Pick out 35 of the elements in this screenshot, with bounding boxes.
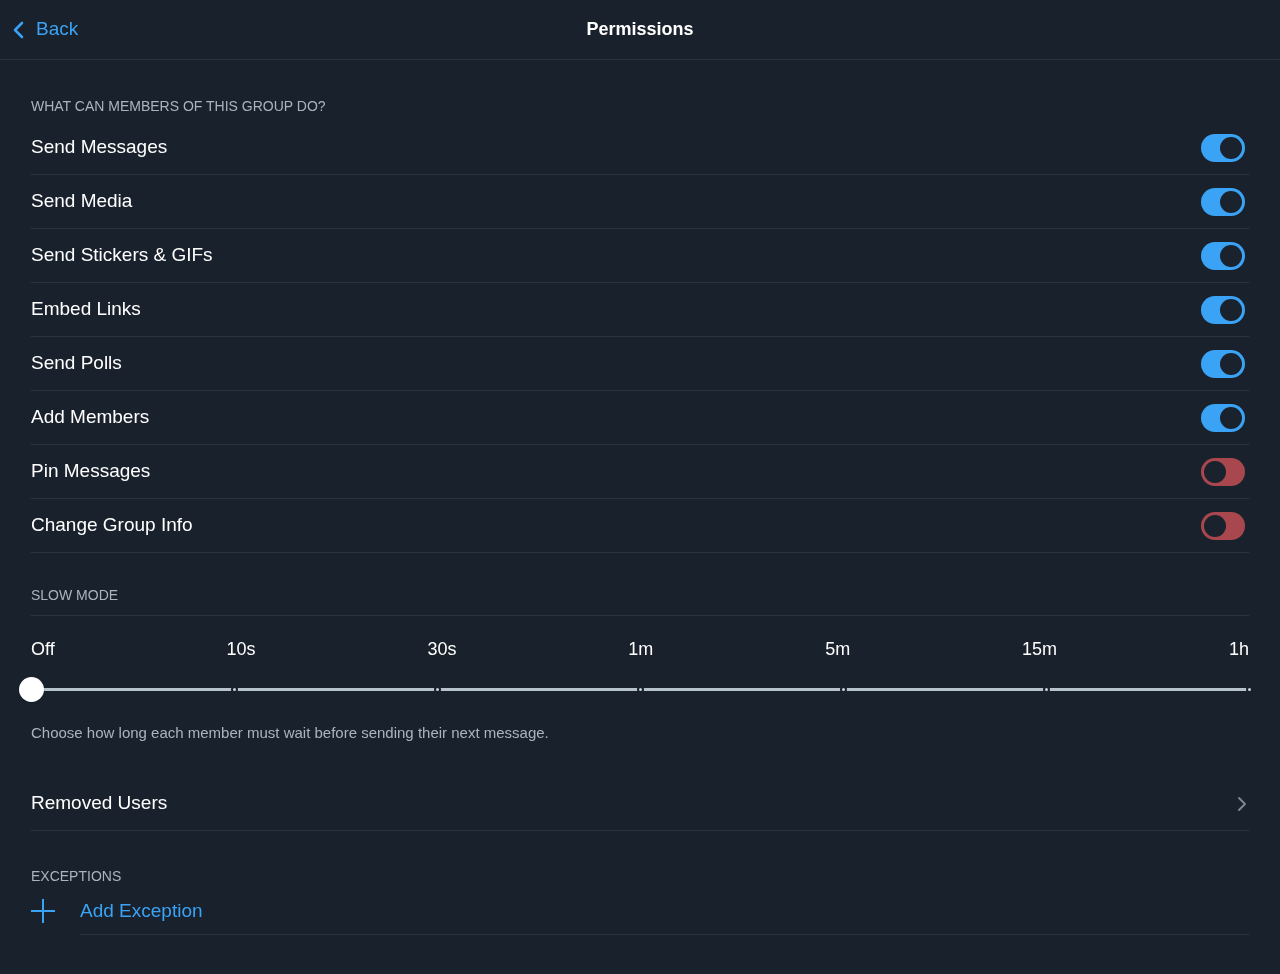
toggle-switch[interactable]: [1201, 349, 1245, 378]
slow-mode-option[interactable]: 1h: [1228, 636, 1249, 663]
toggle-switch[interactable]: [1201, 133, 1245, 162]
permission-label: Send Polls: [31, 351, 122, 376]
permission-label: Pin Messages: [31, 459, 151, 484]
permission-label: Send Messages: [31, 135, 168, 160]
permission-label: Send Media: [31, 189, 133, 214]
toggle-switch[interactable]: [1201, 187, 1245, 216]
toggle-switch[interactable]: [1201, 403, 1245, 432]
slow-mode-option[interactable]: 10s: [226, 636, 256, 663]
section-header: WHAT CAN MEMBERS OF THIS GROUP DO?: [31, 98, 326, 114]
removed-users-row[interactable]: Removed Users: [31, 777, 1249, 831]
slow-mode-option[interactable]: 1m: [628, 636, 654, 663]
slow-mode-hint: Choose how long each member must wait before sending their next message.: [31, 724, 549, 741]
slider-thumb[interactable]: [19, 676, 44, 702]
slow-mode-option[interactable]: Off: [31, 636, 55, 663]
page-title: Permissions: [586, 19, 694, 39]
toggle-switch[interactable]: [1201, 457, 1245, 486]
section-header: SLOW MODE: [31, 587, 119, 603]
slow-mode-option[interactable]: 30s: [427, 636, 457, 663]
toggle-switch[interactable]: [1201, 511, 1245, 540]
toggle-switch[interactable]: [1201, 295, 1245, 324]
slow-mode-option[interactable]: 15m: [1022, 636, 1058, 663]
slow-mode-option[interactable]: 5m: [825, 636, 851, 663]
permission-label: Add Members: [31, 405, 150, 430]
chevron-right-icon: [1237, 795, 1247, 812]
back-button[interactable]: Back: [0, 15, 79, 44]
permission-label: Send Stickers & GIFs: [31, 243, 213, 268]
section-header: EXCEPTIONS: [31, 868, 122, 884]
plus-icon: [31, 899, 55, 923]
toggle-switch[interactable]: [1201, 241, 1245, 270]
add-exception-button[interactable]: Add Exception: [31, 888, 1249, 934]
permission-label: Change Group Info: [31, 513, 193, 538]
permission-label: Embed Links: [31, 297, 141, 322]
chevron-left-icon: [12, 20, 24, 39]
